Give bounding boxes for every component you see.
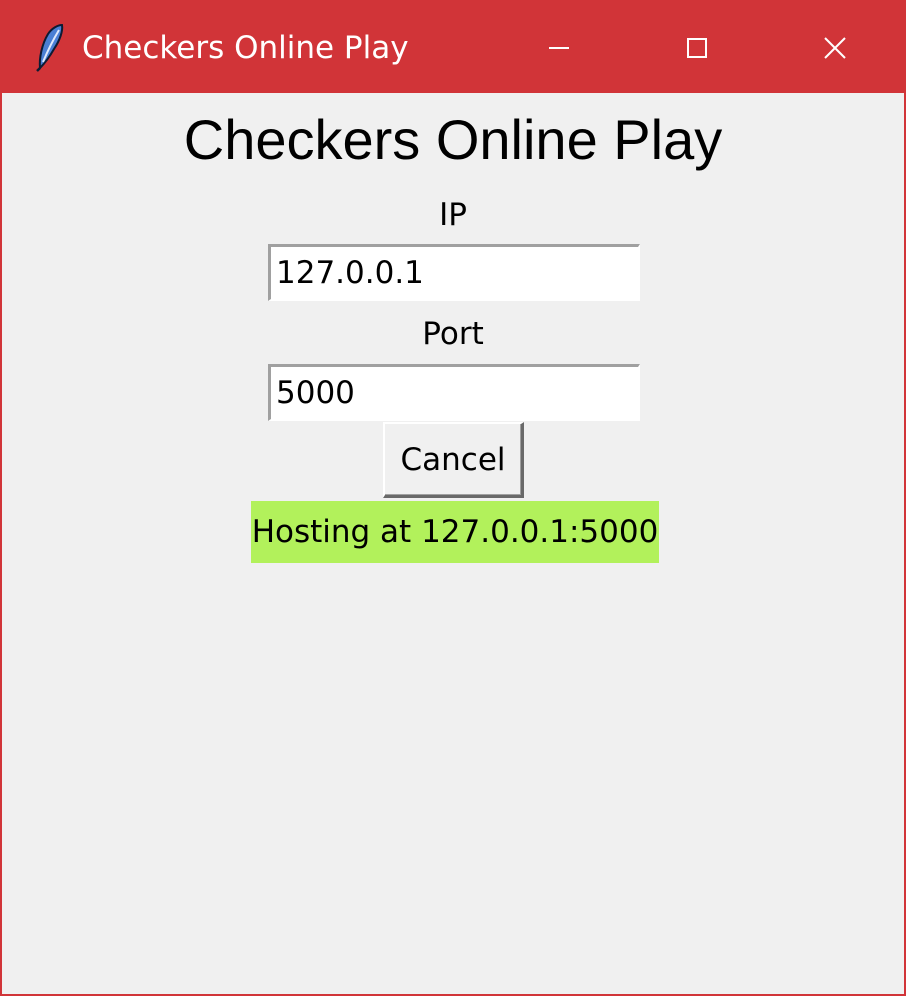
window-title: Checkers Online Play: [82, 30, 409, 66]
minimize-icon: [548, 37, 570, 59]
app-window: Checkers Online Play Checkers Online Pla…: [0, 0, 906, 996]
title-bar[interactable]: Checkers Online Play: [2, 2, 904, 93]
port-field[interactable]: [268, 364, 640, 421]
maximize-button[interactable]: [628, 2, 766, 93]
status-label: Hosting at 127.0.0.1:5000: [251, 501, 659, 563]
port-label: Port: [422, 316, 484, 352]
ip-label: IP: [439, 197, 467, 233]
feather-icon: [32, 22, 66, 72]
main-content: Checkers Online Play IP Port Cancel Host…: [2, 93, 904, 994]
close-button[interactable]: [766, 2, 904, 93]
minimize-button[interactable]: [490, 2, 628, 93]
maximize-icon: [686, 37, 708, 59]
close-icon: [823, 36, 847, 60]
ip-field[interactable]: [268, 244, 640, 301]
cancel-button[interactable]: Cancel: [383, 422, 524, 498]
page-title: Checkers Online Play: [183, 108, 723, 171]
